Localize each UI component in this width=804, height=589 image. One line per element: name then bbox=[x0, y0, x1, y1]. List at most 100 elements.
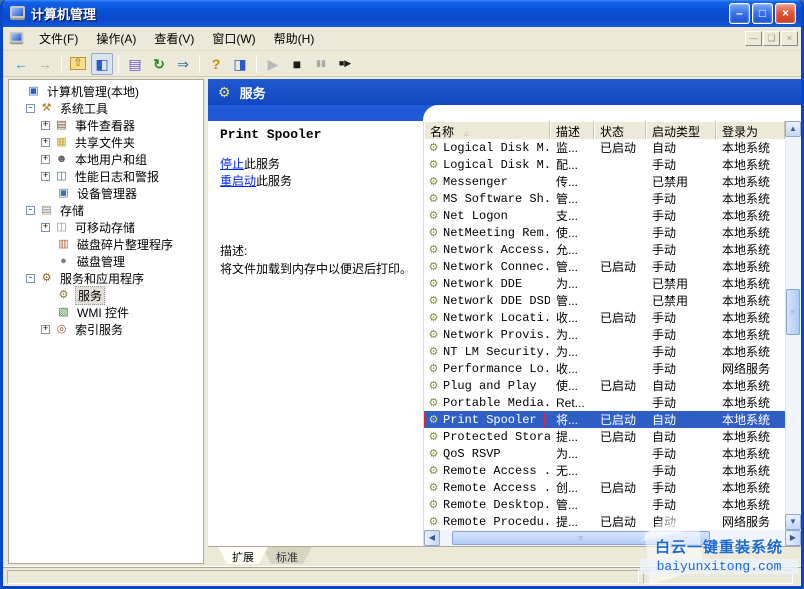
restart-service-link[interactable]: 重启动 bbox=[220, 174, 256, 188]
table-row[interactable]: ⚙Performance Lo...收...手动网络服务 bbox=[424, 360, 785, 377]
table-row[interactable]: ⚙Logical Disk M...配...手动本地系统 bbox=[424, 156, 785, 173]
collapse-icon[interactable]: - bbox=[26, 104, 35, 113]
close-button[interactable]: × bbox=[775, 3, 796, 24]
column-header[interactable]: 名称▵ bbox=[424, 121, 550, 139]
mdi-close-button[interactable]: × bbox=[781, 31, 798, 46]
device-manager-icon: ▣ bbox=[56, 187, 71, 200]
table-row[interactable]: ⚙Network DDE为...已禁用本地系统 bbox=[424, 275, 785, 292]
expand-icon[interactable]: + bbox=[41, 223, 50, 232]
tree-item[interactable]: -▤存储 bbox=[11, 202, 203, 219]
expand-icon[interactable]: + bbox=[41, 172, 50, 181]
tree-item[interactable]: ▣计算机管理(本地) bbox=[11, 83, 203, 100]
list-header: 名称▵描述状态启动类型登录为 bbox=[424, 121, 785, 139]
stop-service-button[interactable]: ■ bbox=[286, 53, 308, 75]
vertical-scroll-thumb[interactable]: ≡ bbox=[786, 289, 800, 335]
cell-logon: 本地系统 bbox=[716, 309, 785, 326]
up-one-level-button[interactable]: ⇧ bbox=[67, 53, 89, 75]
table-row[interactable]: ⚙NetMeeting Rem...使...手动本地系统 bbox=[424, 224, 785, 241]
table-row[interactable]: ⚙Logical Disk M...监...已启动自动本地系统 bbox=[424, 139, 785, 156]
show-hide-tree-button[interactable]: ◧ bbox=[91, 53, 113, 75]
menu-item[interactable]: 帮助(H) bbox=[265, 27, 324, 50]
title-bar[interactable]: 计算机管理 – □ × bbox=[3, 0, 801, 27]
collapse-icon[interactable]: - bbox=[26, 206, 35, 215]
stop-service-link-suffix: 此服务 bbox=[244, 157, 280, 171]
table-row[interactable]: ⚙Protected Storage提...已启动自动本地系统 bbox=[424, 428, 785, 445]
column-header[interactable]: 启动类型 bbox=[646, 121, 716, 139]
table-row[interactable]: ⚙Remote Desktop...管...手动本地系统 bbox=[424, 496, 785, 513]
back-button[interactable]: ← bbox=[10, 53, 32, 75]
export-list-button[interactable]: ⇒ bbox=[172, 53, 194, 75]
cell-startup: 已禁用 bbox=[646, 292, 716, 309]
tree-item[interactable]: ▧WMI 控件 bbox=[11, 304, 203, 321]
tree-item[interactable]: ▥磁盘碎片整理程序 bbox=[11, 236, 203, 253]
expand-icon[interactable]: + bbox=[41, 121, 50, 130]
vertical-scrollbar[interactable]: ▲ ≡ ▼ bbox=[785, 121, 801, 530]
column-header[interactable]: 登录为 bbox=[716, 121, 785, 139]
expand-icon[interactable]: + bbox=[41, 138, 50, 147]
column-header[interactable]: 状态 bbox=[594, 121, 646, 139]
services-icon: ⚙ bbox=[56, 289, 71, 302]
collapse-icon[interactable]: - bbox=[26, 274, 35, 283]
cell-startup: 已禁用 bbox=[646, 173, 716, 190]
restart-service-button[interactable]: ■▶ bbox=[334, 53, 356, 75]
tree-item[interactable]: +◫可移动存储 bbox=[11, 219, 203, 236]
table-row[interactable]: ⚙Net Logon支...手动本地系统 bbox=[424, 207, 785, 224]
menu-item[interactable]: 查看(V) bbox=[145, 27, 203, 50]
tab-standard[interactable]: 标准 bbox=[262, 547, 312, 564]
table-row[interactable]: ⚙Plug and Play使...已启动自动本地系统 bbox=[424, 377, 785, 394]
service-gear-icon: ⚙ bbox=[426, 464, 441, 477]
help-button[interactable]: ? bbox=[205, 53, 227, 75]
show-extended-pane-button[interactable]: ◨ bbox=[229, 53, 251, 75]
tree-item[interactable]: ▣设备管理器 bbox=[11, 185, 203, 202]
service-gear-icon: ⚙ bbox=[426, 209, 441, 222]
mdi-minimize-button[interactable]: — bbox=[745, 31, 762, 46]
service-name: Logical Disk M... bbox=[443, 141, 550, 155]
table-row[interactable]: ⚙Network Provis...为...手动本地系统 bbox=[424, 326, 785, 343]
maximize-button[interactable]: □ bbox=[752, 3, 773, 24]
start-service-button[interactable]: ▶ bbox=[262, 53, 284, 75]
mdi-restore-button[interactable]: ❏ bbox=[763, 31, 780, 46]
forward-button[interactable]: → bbox=[34, 53, 56, 75]
table-row[interactable]: ⚙Remote Access ...无...手动本地系统 bbox=[424, 462, 785, 479]
table-row[interactable]: ⚙MS Software Sh...管...手动本地系统 bbox=[424, 190, 785, 207]
table-row[interactable]: ⚙Print Spooler将...已启动自动本地系统 bbox=[424, 411, 785, 428]
table-row[interactable]: ⚙Remote Access ...创...已启动手动本地系统 bbox=[424, 479, 785, 496]
tree-item[interactable]: +▦共享文件夹 bbox=[11, 134, 203, 151]
tree-item[interactable]: +◎索引服务 bbox=[11, 321, 203, 338]
minimize-button[interactable]: – bbox=[729, 3, 750, 24]
expand-icon[interactable]: + bbox=[41, 155, 50, 164]
tab-extended[interactable]: 扩展 bbox=[218, 547, 268, 564]
table-row[interactable]: ⚙Remote Procedu...提...已启动自动网络服务 bbox=[424, 513, 785, 530]
users-icon: ☻ bbox=[54, 153, 69, 166]
table-row[interactable]: ⚙Network DDE DSDM管...已禁用本地系统 bbox=[424, 292, 785, 309]
tree-item[interactable]: +◫性能日志和警报 bbox=[11, 168, 203, 185]
table-row[interactable]: ⚙QoS RSVP为...手动本地系统 bbox=[424, 445, 785, 462]
table-row[interactable]: ⚙Network Connec...管...已启动手动本地系统 bbox=[424, 258, 785, 275]
menu-item[interactable]: 操作(A) bbox=[87, 27, 145, 50]
stop-service-link[interactable]: 停止 bbox=[220, 157, 244, 171]
refresh-icon: ↻ bbox=[153, 57, 165, 71]
tree-item[interactable]: ●磁盘管理 bbox=[11, 253, 203, 270]
table-row[interactable]: ⚙Network Locati...收...已启动手动本地系统 bbox=[424, 309, 785, 326]
scroll-up-icon[interactable]: ▲ bbox=[785, 121, 801, 137]
pause-service-button[interactable]: ▮▮ bbox=[310, 53, 332, 75]
tree-item[interactable]: -⚒系统工具 bbox=[11, 100, 203, 117]
cell-desc: 管... bbox=[550, 258, 594, 275]
column-header[interactable]: 描述 bbox=[550, 121, 594, 139]
tree-item-label: 本地用户和组 bbox=[73, 151, 149, 168]
menu-item[interactable]: 窗口(W) bbox=[203, 27, 264, 50]
table-row[interactable]: ⚙NT LM Security...为...手动本地系统 bbox=[424, 343, 785, 360]
tree-item[interactable]: -⚙服务和应用程序 bbox=[11, 270, 203, 287]
properties-button[interactable]: ▤ bbox=[124, 53, 146, 75]
expand-icon[interactable]: + bbox=[41, 325, 50, 334]
table-row[interactable]: ⚙Messenger传...已禁用本地系统 bbox=[424, 173, 785, 190]
tree-item[interactable]: ⚙服务 bbox=[11, 287, 203, 304]
menu-item[interactable]: 文件(F) bbox=[30, 27, 87, 50]
tree-item[interactable]: + ☻ 本地用户和组 bbox=[11, 151, 203, 168]
scroll-left-icon[interactable]: ◀ bbox=[424, 530, 440, 546]
refresh-button[interactable]: ↻ bbox=[148, 53, 170, 75]
table-row[interactable]: ⚙Portable Media...Ret...手动本地系统 bbox=[424, 394, 785, 411]
tree-item[interactable]: +▤事件查看器 bbox=[11, 117, 203, 134]
table-row[interactable]: ⚙Network Access...允...手动本地系统 bbox=[424, 241, 785, 258]
scroll-down-icon[interactable]: ▼ bbox=[785, 514, 801, 530]
